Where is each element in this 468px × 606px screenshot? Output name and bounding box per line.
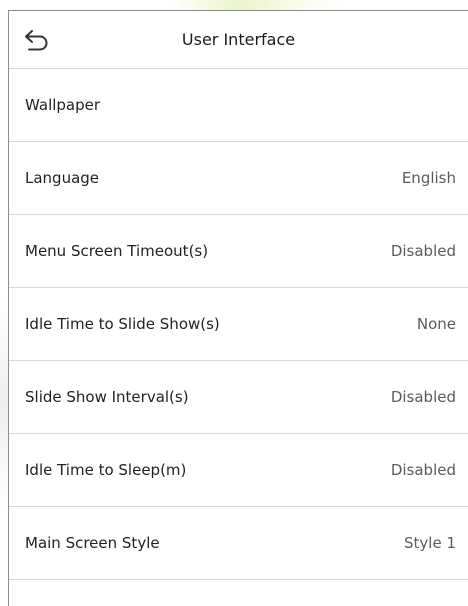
menu-item-label: Menu Screen Timeout(s)	[25, 242, 209, 260]
menu-item-value: None	[416, 315, 456, 333]
menu-item-language[interactable]: Language English	[9, 142, 468, 215]
settings-list: Wallpaper Language English Menu Screen T…	[9, 69, 468, 580]
menu-item-label: Language	[25, 169, 100, 187]
menu-item-wallpaper[interactable]: Wallpaper	[9, 69, 468, 142]
menu-item-menu-screen-timeout[interactable]: Menu Screen Timeout(s) Disabled	[9, 215, 468, 288]
menu-item-idle-time-to-slide-show[interactable]: Idle Time to Slide Show(s) None	[9, 288, 468, 361]
menu-item-label: Wallpaper	[25, 96, 101, 114]
menu-item-value: Disabled	[390, 461, 456, 479]
menu-item-value: English	[401, 169, 456, 187]
menu-item-slide-show-interval[interactable]: Slide Show Interval(s) Disabled	[9, 361, 468, 434]
page-title: User Interface	[181, 30, 296, 49]
menu-item-value: Style 1	[404, 534, 456, 552]
menu-item-label: Idle Time to Slide Show(s)	[25, 315, 220, 333]
menu-item-label: Idle Time to Sleep(m)	[25, 461, 187, 479]
header-bar: User Interface	[9, 11, 468, 69]
menu-item-idle-time-to-sleep[interactable]: Idle Time to Sleep(m) Disabled	[9, 434, 468, 507]
menu-item-label: Slide Show Interval(s)	[25, 388, 189, 406]
menu-item-value: Disabled	[390, 388, 456, 406]
menu-item-label: Main Screen Style	[25, 534, 160, 552]
menu-item-value: Disabled	[390, 242, 456, 260]
menu-item-main-screen-style[interactable]: Main Screen Style Style 1	[9, 507, 468, 580]
user-interface-screen: User Interface Wallpaper Language Englis…	[8, 10, 468, 606]
